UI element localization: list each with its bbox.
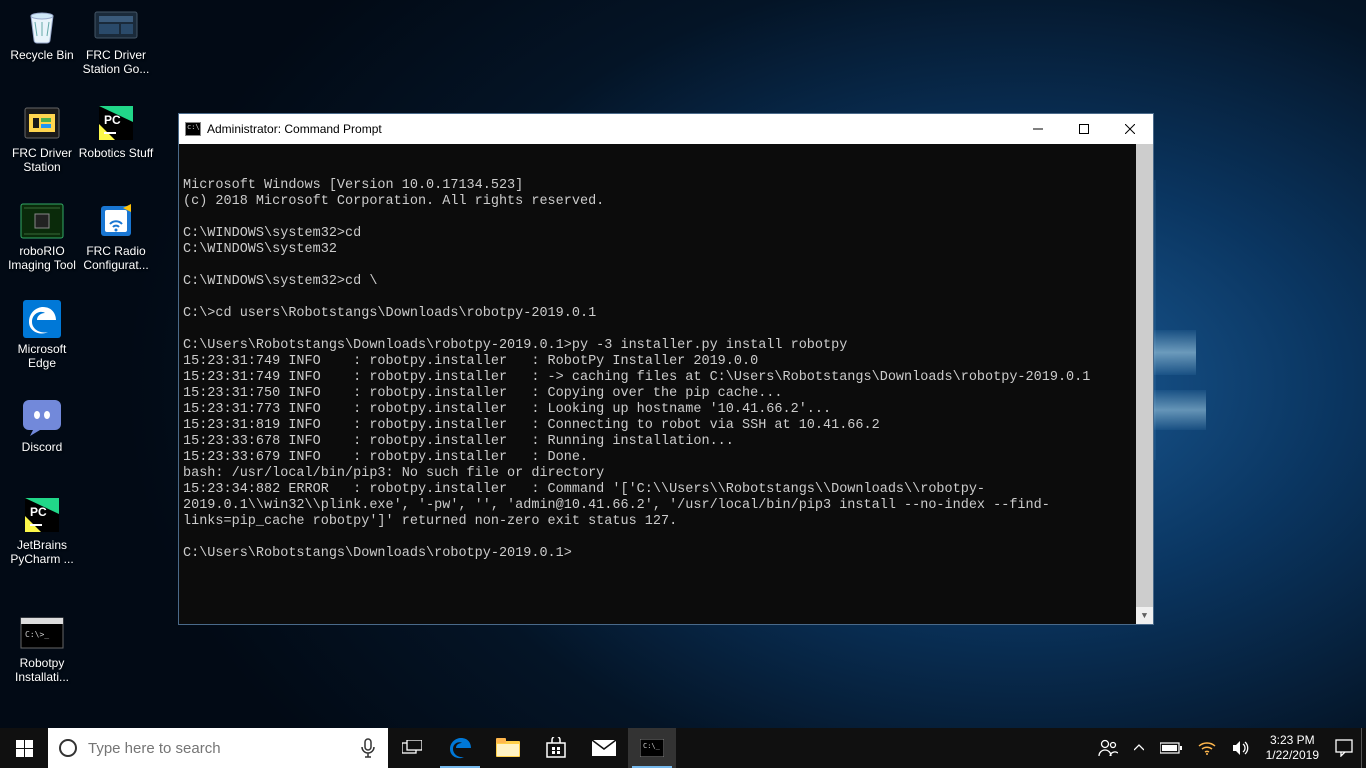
- svg-text:PC: PC: [30, 505, 47, 519]
- action-center-icon[interactable]: [1327, 728, 1361, 768]
- icon-label: Microsoft Edge: [4, 342, 80, 370]
- search-box[interactable]: [48, 728, 388, 768]
- desktop-icon-frc-driver-station[interactable]: FRC Driver Station: [4, 102, 80, 174]
- svg-text:PC: PC: [104, 113, 121, 127]
- desktop-icon-frc-driver-station-go[interactable]: FRC Driver Station Go...: [78, 4, 154, 76]
- minimize-button[interactable]: [1015, 114, 1061, 144]
- close-button[interactable]: [1107, 114, 1153, 144]
- microphone-icon[interactable]: [348, 738, 388, 758]
- taskbar-store[interactable]: [532, 728, 580, 768]
- clock-date: 1/22/2019: [1266, 748, 1319, 763]
- frc-driver-station-go-icon: [92, 4, 140, 46]
- volume-icon[interactable]: [1224, 728, 1258, 768]
- jetbrains-pycharm-icon: PC: [18, 494, 66, 536]
- people-icon[interactable]: [1090, 728, 1126, 768]
- desktop-icon-microsoft-edge[interactable]: Microsoft Edge: [4, 298, 80, 370]
- icon-label: roboRIO Imaging Tool: [4, 244, 80, 272]
- roborio-imaging-icon: [18, 200, 66, 242]
- recycle-bin-icon: [18, 4, 66, 46]
- icon-label: FRC Radio Configurat...: [78, 244, 154, 272]
- frc-radio-config-icon: [92, 200, 140, 242]
- icon-label: FRC Driver Station: [4, 146, 80, 174]
- icon-label: Discord: [4, 440, 80, 454]
- icon-label: FRC Driver Station Go...: [78, 48, 154, 76]
- cmd-icon: [185, 122, 201, 136]
- desktop-icon-recycle-bin[interactable]: Recycle Bin: [4, 4, 80, 62]
- scrollbar[interactable]: ▲ ▼: [1136, 144, 1153, 624]
- search-input[interactable]: [88, 728, 348, 768]
- desktop-icon-robotpy-install[interactable]: C:\>_ Robotpy Installati...: [4, 612, 80, 684]
- discord-icon: [18, 396, 66, 438]
- window-title: Administrator: Command Prompt: [207, 122, 1015, 136]
- taskbar: C:\_ 3:23 PM 1/22/2019: [0, 728, 1366, 768]
- desktop-icon-jetbrains-pycharm[interactable]: PC JetBrains PyCharm ...: [4, 494, 80, 566]
- taskbar-file-explorer[interactable]: [484, 728, 532, 768]
- microsoft-edge-icon: [18, 298, 66, 340]
- wifi-icon[interactable]: [1190, 728, 1224, 768]
- taskbar-clock[interactable]: 3:23 PM 1/22/2019: [1258, 733, 1327, 763]
- scrollbar-thumb[interactable]: [1136, 144, 1153, 624]
- terminal-output: Microsoft Windows [Version 10.0.17134.52…: [183, 178, 1149, 562]
- robotpy-install-icon: C:\>_: [18, 612, 66, 654]
- desktop-icon-discord[interactable]: Discord: [4, 396, 80, 454]
- command-prompt-window[interactable]: Administrator: Command Prompt Microsoft …: [178, 113, 1154, 625]
- maximize-button[interactable]: [1061, 114, 1107, 144]
- svg-text:C:\_: C:\_: [643, 742, 661, 750]
- taskbar-edge[interactable]: [436, 728, 484, 768]
- desktop-icon-roborio-imaging[interactable]: roboRIO Imaging Tool: [4, 200, 80, 272]
- show-desktop-button[interactable]: [1361, 728, 1366, 768]
- clock-time: 3:23 PM: [1266, 733, 1319, 748]
- terminal-body[interactable]: Microsoft Windows [Version 10.0.17134.52…: [179, 144, 1153, 624]
- tray-overflow-icon[interactable]: [1126, 728, 1152, 768]
- icon-label: Recycle Bin: [4, 48, 80, 62]
- scroll-down-icon[interactable]: ▼: [1136, 607, 1153, 624]
- task-view-button[interactable]: [388, 728, 436, 768]
- icon-label: Robotics Stuff: [78, 146, 154, 160]
- desktop-icon-frc-radio-config[interactable]: FRC Radio Configurat...: [78, 200, 154, 272]
- frc-driver-station-icon: [18, 102, 66, 144]
- cortana-icon[interactable]: [48, 728, 88, 768]
- taskbar-command-prompt[interactable]: C:\_: [628, 728, 676, 768]
- taskbar-mail[interactable]: [580, 728, 628, 768]
- battery-icon[interactable]: [1152, 728, 1190, 768]
- system-tray: 3:23 PM 1/22/2019: [1090, 728, 1366, 768]
- window-titlebar[interactable]: Administrator: Command Prompt: [179, 114, 1153, 144]
- icon-label: Robotpy Installati...: [4, 656, 80, 684]
- start-button[interactable]: [0, 728, 48, 768]
- svg-text:C:\>_: C:\>_: [25, 630, 49, 639]
- robotics-stuff-icon: PC: [92, 102, 140, 144]
- icon-label: JetBrains PyCharm ...: [4, 538, 80, 566]
- desktop-icon-robotics-stuff[interactable]: PC Robotics Stuff: [78, 102, 154, 160]
